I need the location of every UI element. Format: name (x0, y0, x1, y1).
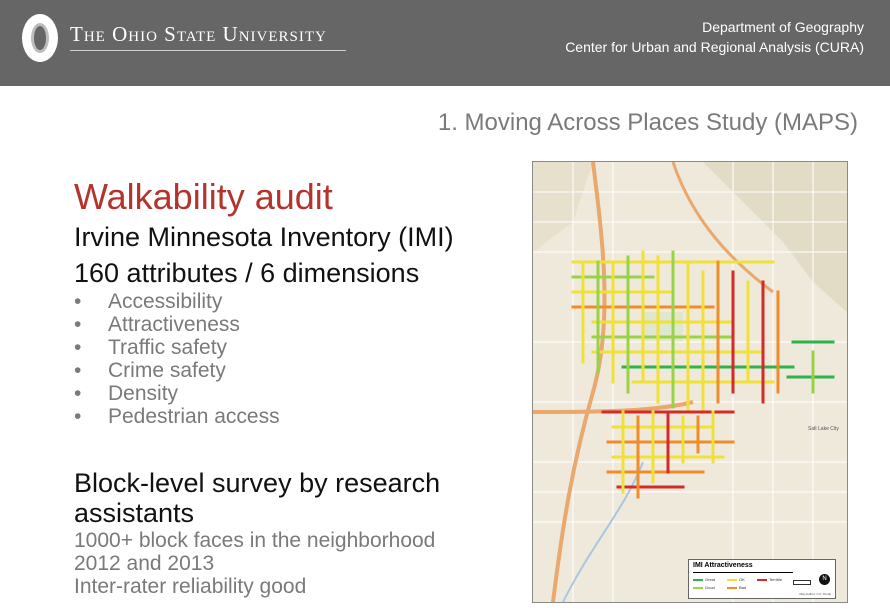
legend-item-bad: Bad (727, 585, 746, 590)
legend-item-great: Great (693, 577, 715, 582)
note-line: 1000+ block faces in the neighborhood (74, 529, 436, 552)
list-item: Crime safety (74, 359, 280, 382)
header-bar: The Ohio State University Department of … (0, 0, 890, 86)
slide-title: 1. Moving Across Places Study (MAPS) (437, 109, 858, 136)
walkability-map: Salt Lake City IMI Attractiveness Great … (532, 161, 848, 603)
dimensions-list: Accessibility Attractiveness Traffic saf… (74, 290, 280, 428)
list-item: Attractiveness (74, 313, 280, 336)
legend-item-terrible: Terrible (757, 577, 782, 582)
legend-title: IMI Attractiveness (693, 562, 753, 569)
map-graphic: Salt Lake City (533, 162, 847, 602)
block-survey-heading: Block-level survey by research assistant… (74, 468, 441, 528)
main-heading: Walkability audit (74, 176, 333, 217)
university-underline (70, 50, 346, 51)
note-line: 2012 and 2013 (74, 552, 215, 575)
north-arrow-icon: N (819, 574, 830, 585)
legend-item-good: Good (693, 585, 715, 590)
note-line: Inter-rater reliability good (74, 575, 307, 598)
map-credit: Map Author: C.F. Thody (799, 592, 831, 596)
department-name: Department of Geography (702, 19, 864, 35)
legend-item-ok: OK (727, 577, 745, 582)
attributes-heading: 160 attributes / 6 dimensions (74, 258, 420, 288)
place-label: Salt Lake City (808, 426, 839, 432)
imi-heading: Irvine Minnesota Inventory (IMI) (74, 222, 454, 252)
list-item: Accessibility (74, 290, 280, 313)
list-item: Density (74, 382, 280, 405)
university-name: The Ohio State University (70, 22, 327, 46)
legend-rule (693, 572, 793, 573)
center-name: Center for Urban and Regional Analysis (… (565, 39, 864, 55)
department-info: Department of Geography Center for Urban… (565, 17, 864, 57)
list-item: Traffic safety (74, 336, 280, 359)
osu-block-o-logo (22, 14, 58, 62)
list-item: Pedestrian access (74, 405, 280, 428)
survey-notes: 1000+ block faces in the neighborhood 20… (74, 529, 435, 598)
scale-bar (793, 580, 811, 585)
map-legend: IMI Attractiveness Great OK Terrible Goo… (688, 559, 836, 599)
